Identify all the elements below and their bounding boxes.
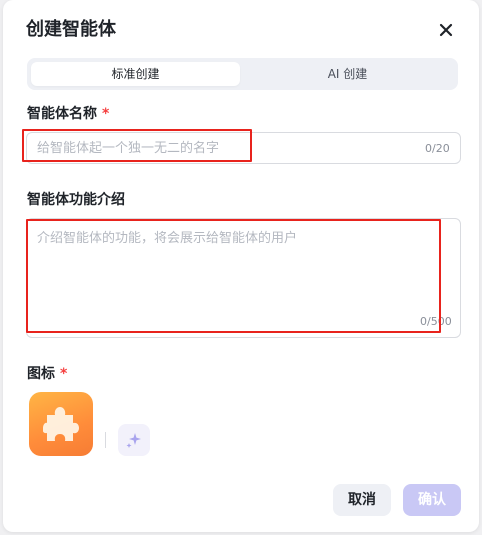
description-label: 智能体功能介绍 bbox=[27, 192, 125, 208]
required-mark: * bbox=[102, 106, 110, 122]
tab-standard-create[interactable]: 标准创建 bbox=[31, 62, 240, 86]
name-field: 0/20 bbox=[26, 132, 461, 164]
close-button[interactable] bbox=[435, 19, 457, 41]
name-label-text: 智能体名称 bbox=[27, 106, 97, 122]
icon-label: 图标 * bbox=[27, 364, 67, 384]
name-input[interactable] bbox=[37, 138, 397, 158]
tab-ai-create[interactable]: AI 创建 bbox=[243, 62, 452, 86]
close-icon bbox=[439, 23, 453, 37]
required-mark: * bbox=[60, 366, 68, 382]
cancel-button[interactable]: 取消 bbox=[333, 484, 391, 516]
name-label: 智能体名称 * bbox=[27, 104, 109, 124]
divider bbox=[105, 432, 106, 448]
generate-icon-button[interactable] bbox=[118, 424, 150, 456]
description-input[interactable] bbox=[37, 227, 447, 307]
description-field: 0/500 bbox=[26, 218, 461, 338]
confirm-button[interactable]: 确认 bbox=[403, 484, 461, 516]
sparkle-icon bbox=[126, 433, 141, 448]
create-mode-tabs: 标准创建 AI 创建 bbox=[27, 58, 458, 90]
icon-label-text: 图标 bbox=[27, 366, 55, 382]
puzzle-icon bbox=[43, 407, 79, 441]
name-char-counter: 0/20 bbox=[425, 142, 450, 155]
dialog-title: 创建智能体 bbox=[26, 19, 116, 40]
agent-icon-tile[interactable] bbox=[29, 392, 93, 456]
create-agent-dialog: 创建智能体 标准创建 AI 创建 智能体名称 * 0/20 智能体功能介绍 0/5… bbox=[3, 0, 479, 532]
description-char-counter: 0/500 bbox=[420, 315, 452, 328]
